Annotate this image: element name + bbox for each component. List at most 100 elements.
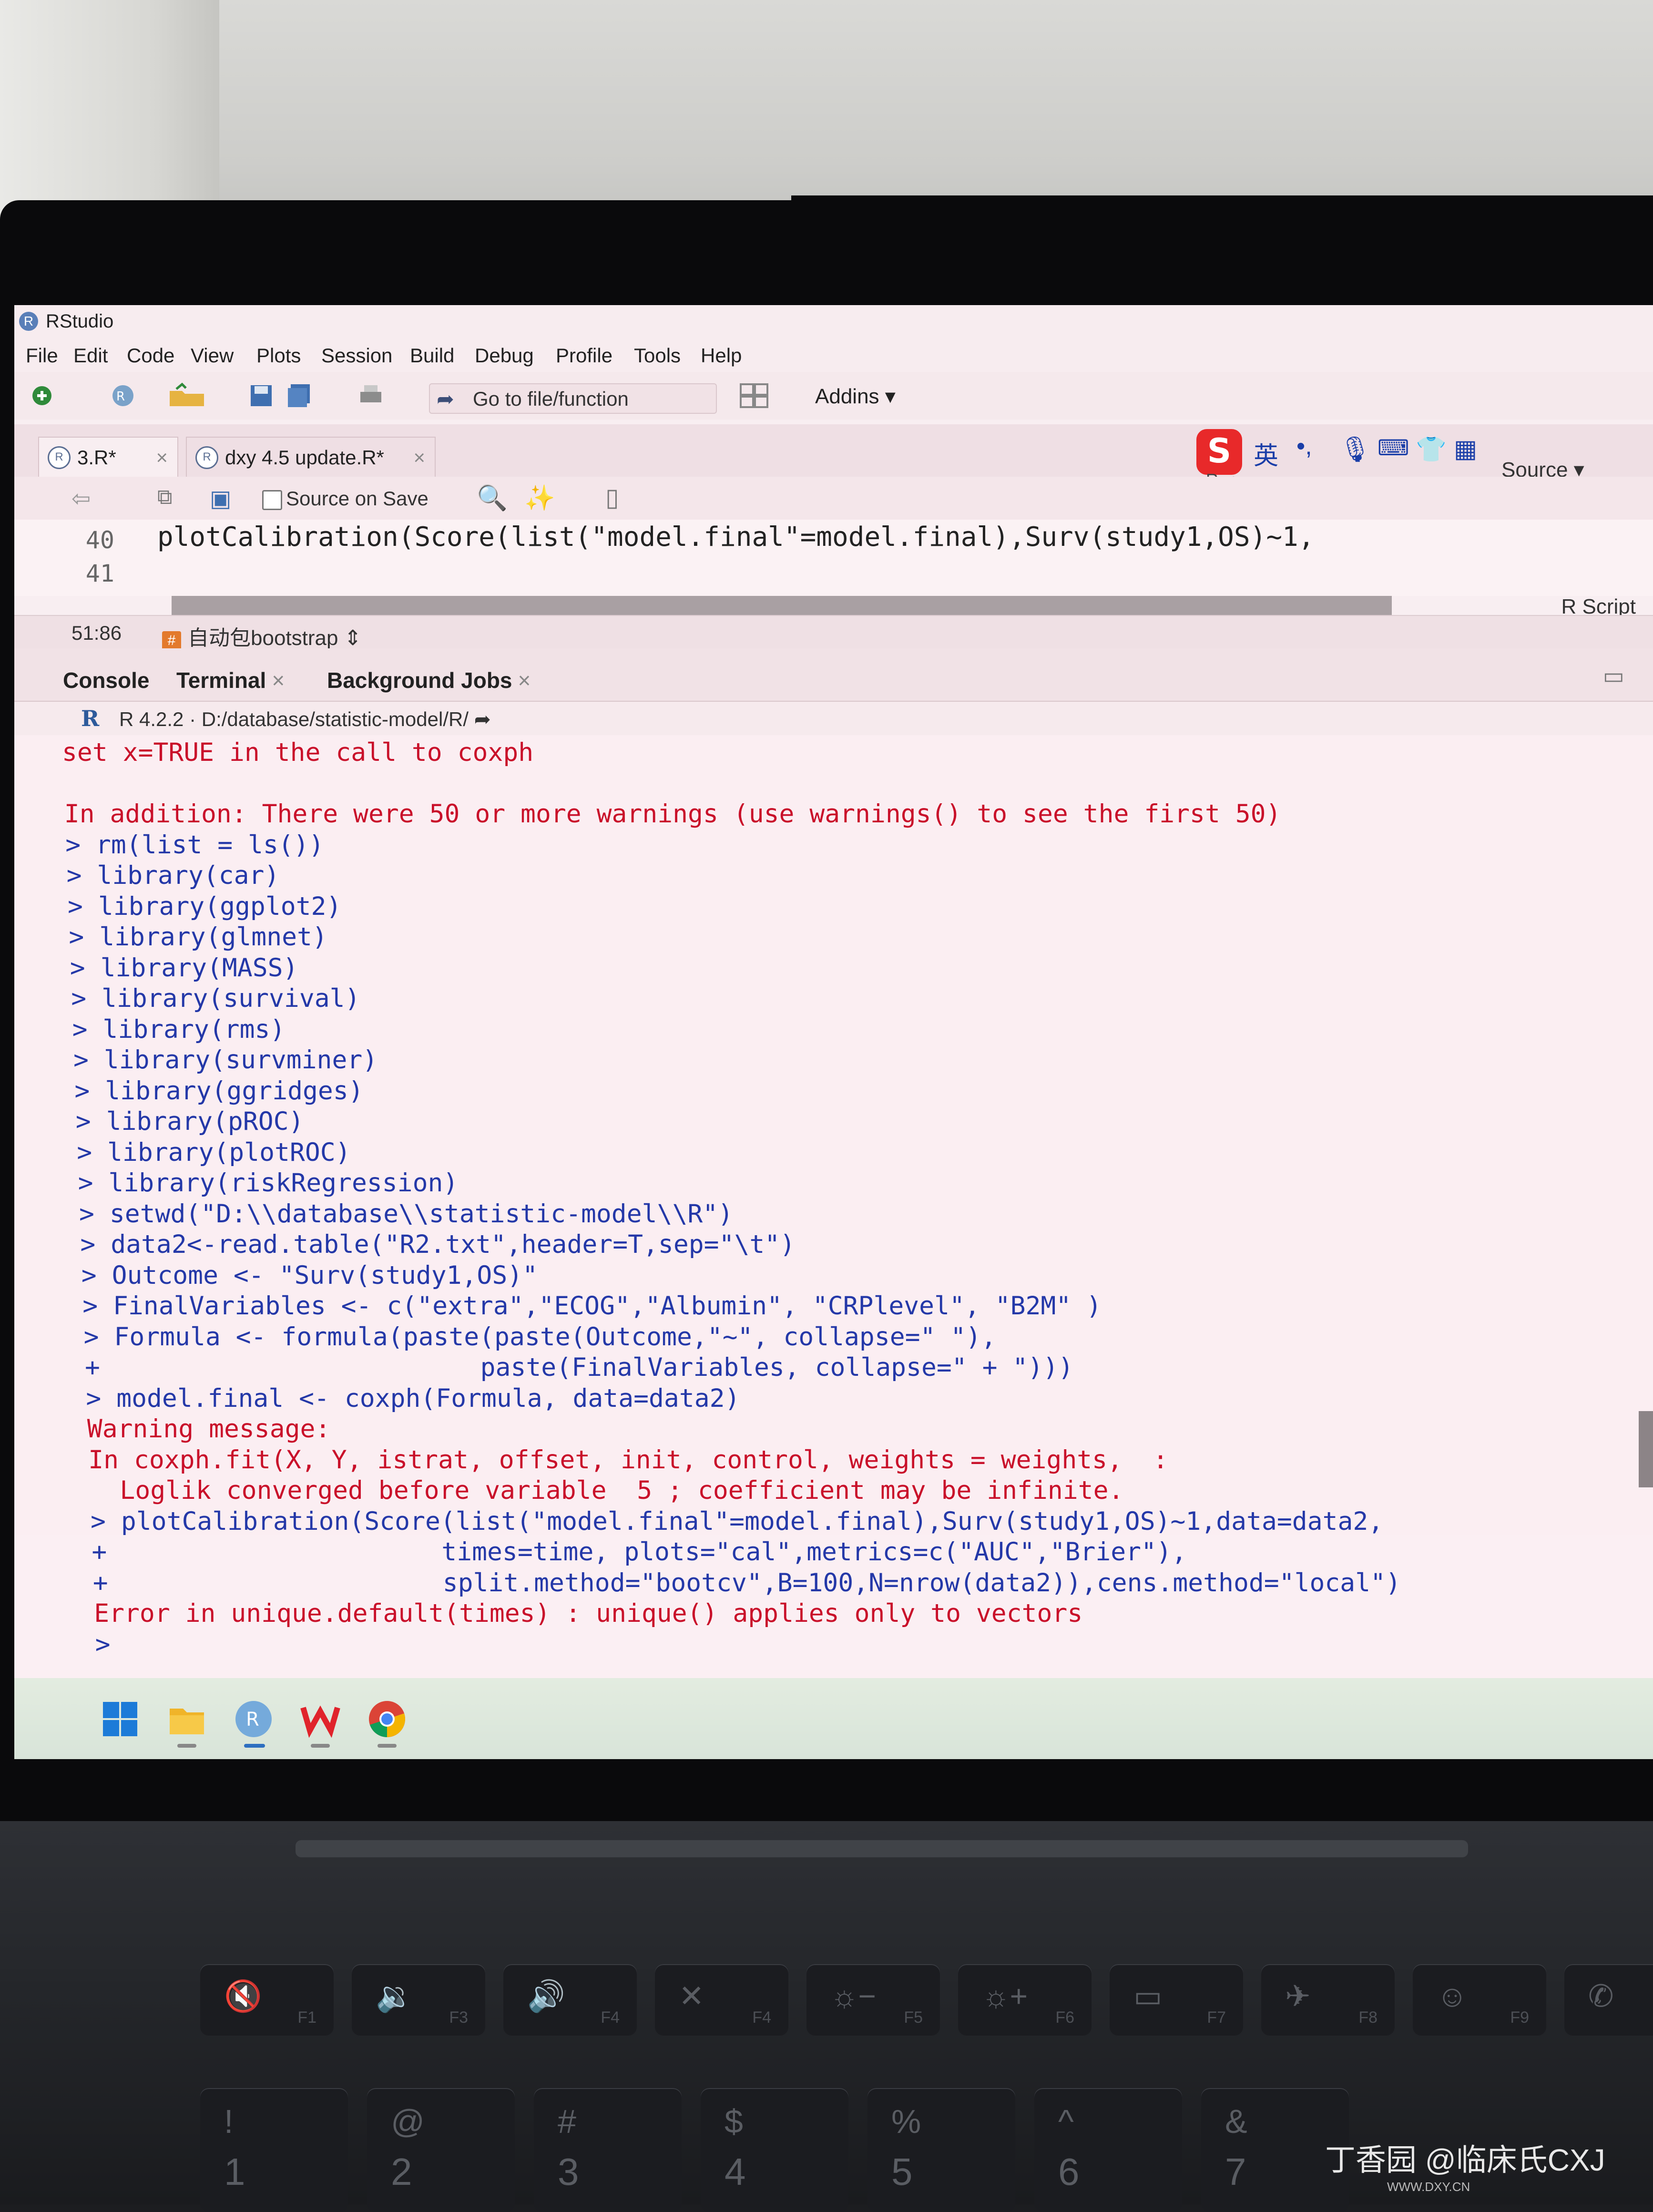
ime-language-toggle[interactable]: 英 [1254,436,1278,471]
print-icon[interactable] [357,382,384,409]
r-file-icon: R [195,446,218,469]
editor-tabs: R 3.R* × R dxy 4.5 update.R* × S 英 •, 🎙 … [14,424,1653,490]
console-line: Loglik converged before variable 5 ; coe… [89,1476,1124,1505]
tab-dxy-update-r[interactable]: R dxy 4.5 update.R* × [186,437,436,478]
go-to-dir-arrow-icon[interactable]: ➦ [474,708,491,730]
search-icon[interactable]: 🔍 [477,483,508,512]
laptop-hinge [296,1840,1468,1857]
menu-view[interactable]: View [191,344,234,367]
rstudio-icon[interactable]: R [234,1699,274,1739]
console-vertical-scrollbar[interactable] [1639,1411,1653,1487]
open-file-icon[interactable] [167,382,210,409]
number-key-digit: 3 [558,2151,579,2193]
console-line: > library(rms) [72,1014,286,1044]
source-editor-pane: R 3.R* × R dxy 4.5 update.R* × S 英 •, 🎙 … [14,420,1653,650]
console-line: > library(riskRegression) [78,1168,459,1198]
close-tab-icon[interactable]: × [413,446,425,469]
section-navigator[interactable]: # 自动包bootstrap ⇕ [162,621,362,651]
number-key: ^ 6 [1034,2088,1182,2212]
ime-punctuation-toggle[interactable]: •, [1296,432,1312,461]
number-key-digit: 4 [724,2151,746,2193]
function-key: 🔊 F4 [503,1964,637,2036]
save-all-icon[interactable] [286,382,313,409]
source-on-save-label: Source on Save [286,487,429,510]
addins-label: Addins [815,385,879,408]
menu-code[interactable]: Code [127,344,174,367]
source-on-save-checkbox[interactable] [262,490,282,510]
new-project-icon[interactable]: R [105,382,143,409]
function-key-label: F4 [752,2008,771,2027]
console-line: set x=TRUE in the call to coxph [62,738,534,767]
function-key: ☼− F5 [806,1964,940,2036]
monitor-bezel-top [791,195,1653,215]
function-key-icon: 🔉 [376,1979,414,2013]
file-explorer-icon[interactable] [167,1699,207,1739]
window-title: RStudio [46,311,114,332]
menu-edit[interactable]: Edit [73,344,108,367]
grid-layout-icon[interactable] [739,382,772,409]
windows-start-icon[interactable] [100,1699,140,1739]
console-line: > model.final <- coxph(Formula, data=dat… [86,1383,740,1413]
console-line: > FinalVariables <- c("extra","ECOG","Al… [82,1291,1102,1321]
chrome-icon[interactable] [367,1699,407,1739]
menu-session[interactable]: Session [321,344,392,367]
console-info-bar: R R 4.2.2 · D:/database/statistic-model/… [14,702,1653,735]
console-pane: Console Terminal × Background Jobs × ▭ R R… [14,648,1653,1659]
addins-menu[interactable]: Addins ▾ [815,384,896,409]
number-key-digit: 7 [1225,2151,1246,2193]
function-key: ▭ F7 [1110,1964,1243,2036]
close-tab-icon[interactable]: × [518,668,531,693]
editor-toolbar: ⇦ ⧉ ▣ Source on Save 🔍 ✨ ▯ [14,477,1653,521]
editor-horizontal-scrollbar[interactable] [172,596,1392,615]
close-tab-icon[interactable]: × [156,446,168,469]
function-key-icon: 🔊 [527,1979,565,2013]
microphone-icon[interactable]: 🎙 [1339,435,1371,464]
skin-shirt-icon[interactable]: 👕 [1416,435,1447,464]
menu-build[interactable]: Build [410,344,454,367]
r-file-icon: R [48,446,71,469]
tab-background-jobs[interactable]: Background Jobs × [327,667,531,693]
menu-plots[interactable]: Plots [256,344,301,367]
console-line: > library(glmnet) [69,922,327,952]
wps-office-icon[interactable] [300,1699,340,1739]
back-arrow-icon[interactable]: ⇦ [71,485,91,512]
show-in-window-icon[interactable]: ⧉ [157,485,172,509]
code-editor[interactable]: 40 plotCalibration(Score(list("model.fin… [14,520,1653,596]
save-file-icon[interactable]: ▣ [210,485,231,512]
tab-3-r[interactable]: R 3.R* × [38,437,178,478]
console-line: > setwd("D:\\database\\statistic-model\\… [79,1199,734,1229]
console-line: Warning message: [87,1414,331,1444]
code-tools-wand-icon[interactable]: ✨ [524,483,555,512]
save-icon[interactable] [248,382,275,409]
r-logo-icon: R [19,312,38,331]
cursor-position: 51:86 [71,622,122,644]
function-key-icon: ✆ [1588,1979,1614,2013]
console-line: > library(MASS) [70,953,298,983]
sogou-logo-icon[interactable]: S [1196,429,1242,475]
working-directory: D:/database/statistic-model/R/ [201,708,469,730]
compile-report-icon[interactable]: ▯ [605,483,619,512]
main-toolbar: R ➦ Go to file/function Addins ▾ [14,372,1653,420]
menu-help[interactable]: Help [701,344,742,367]
tab-label: 3.R* [77,446,116,469]
function-key: ✆F10 [1564,1964,1653,2036]
function-key-icon: ▭ [1133,1979,1163,2013]
keyboard-icon[interactable]: ⌨ [1378,435,1409,461]
new-file-icon[interactable] [29,382,55,409]
section-updown-icon: ⇕ [338,626,362,650]
tab-console[interactable]: Console [63,667,149,693]
console-tabs: Console Terminal × Background Jobs × ▭ [14,648,1653,702]
close-tab-icon[interactable]: × [272,668,285,693]
go-to-file-function-input[interactable]: ➦ Go to file/function [429,383,717,414]
minimize-pane-icon[interactable]: ▭ [1603,663,1624,689]
menu-file[interactable]: File [26,344,58,367]
menu-debug[interactable]: Debug [475,344,534,367]
function-key-label: F5 [904,2008,923,2027]
menu-tools[interactable]: Tools [634,344,681,367]
taskbar-indicator [311,1744,330,1748]
tab-terminal[interactable]: Terminal × [176,667,285,693]
menu-profile[interactable]: Profile [556,344,612,367]
number-key-digit: 1 [224,2151,245,2193]
function-key: 🔇 F1 [200,1964,334,2036]
toolbox-grid-icon[interactable]: ▦ [1454,435,1477,463]
